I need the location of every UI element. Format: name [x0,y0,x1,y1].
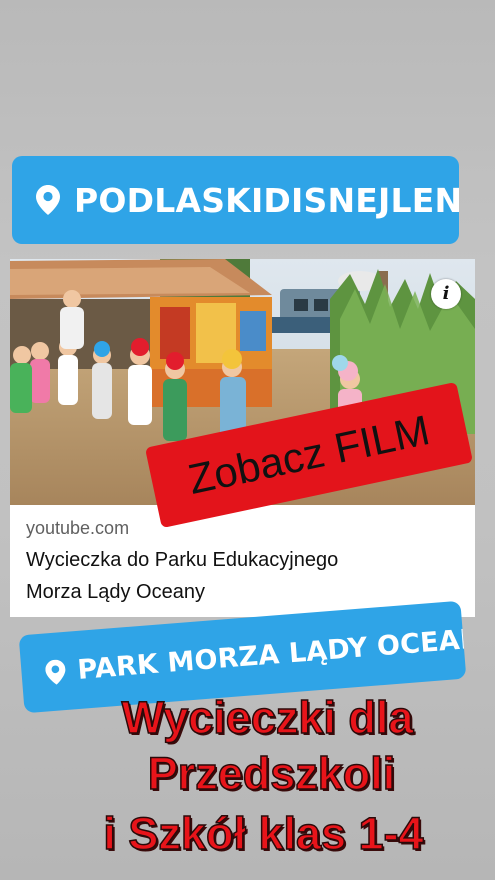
location-sticker-label: PODLASKIDISNEJLEND [74,180,459,220]
promo-line-preschools: Przedszkoli [147,747,396,800]
video-title: Wycieczka do Parku Edukacyjnego Morza Lą… [26,544,456,608]
location-pin-icon [36,185,60,215]
promo-line-schools: i Szkół klas 1-4 [103,807,425,860]
location-pin-icon [45,658,67,685]
promo-line-trips: Wycieczki dla [121,691,414,744]
location-sticker-top[interactable]: PODLASKIDISNEJLEND [12,156,459,244]
video-title-line: Wycieczka do Parku Edukacyjnego [26,549,339,571]
location-sticker-label: PARK MORZA LĄDY OCEANY [76,621,467,686]
video-title-line: Morza Lądy Oceany [26,581,205,603]
info-icon[interactable]: i [431,279,461,309]
link-domain: youtube.com [26,518,130,538]
